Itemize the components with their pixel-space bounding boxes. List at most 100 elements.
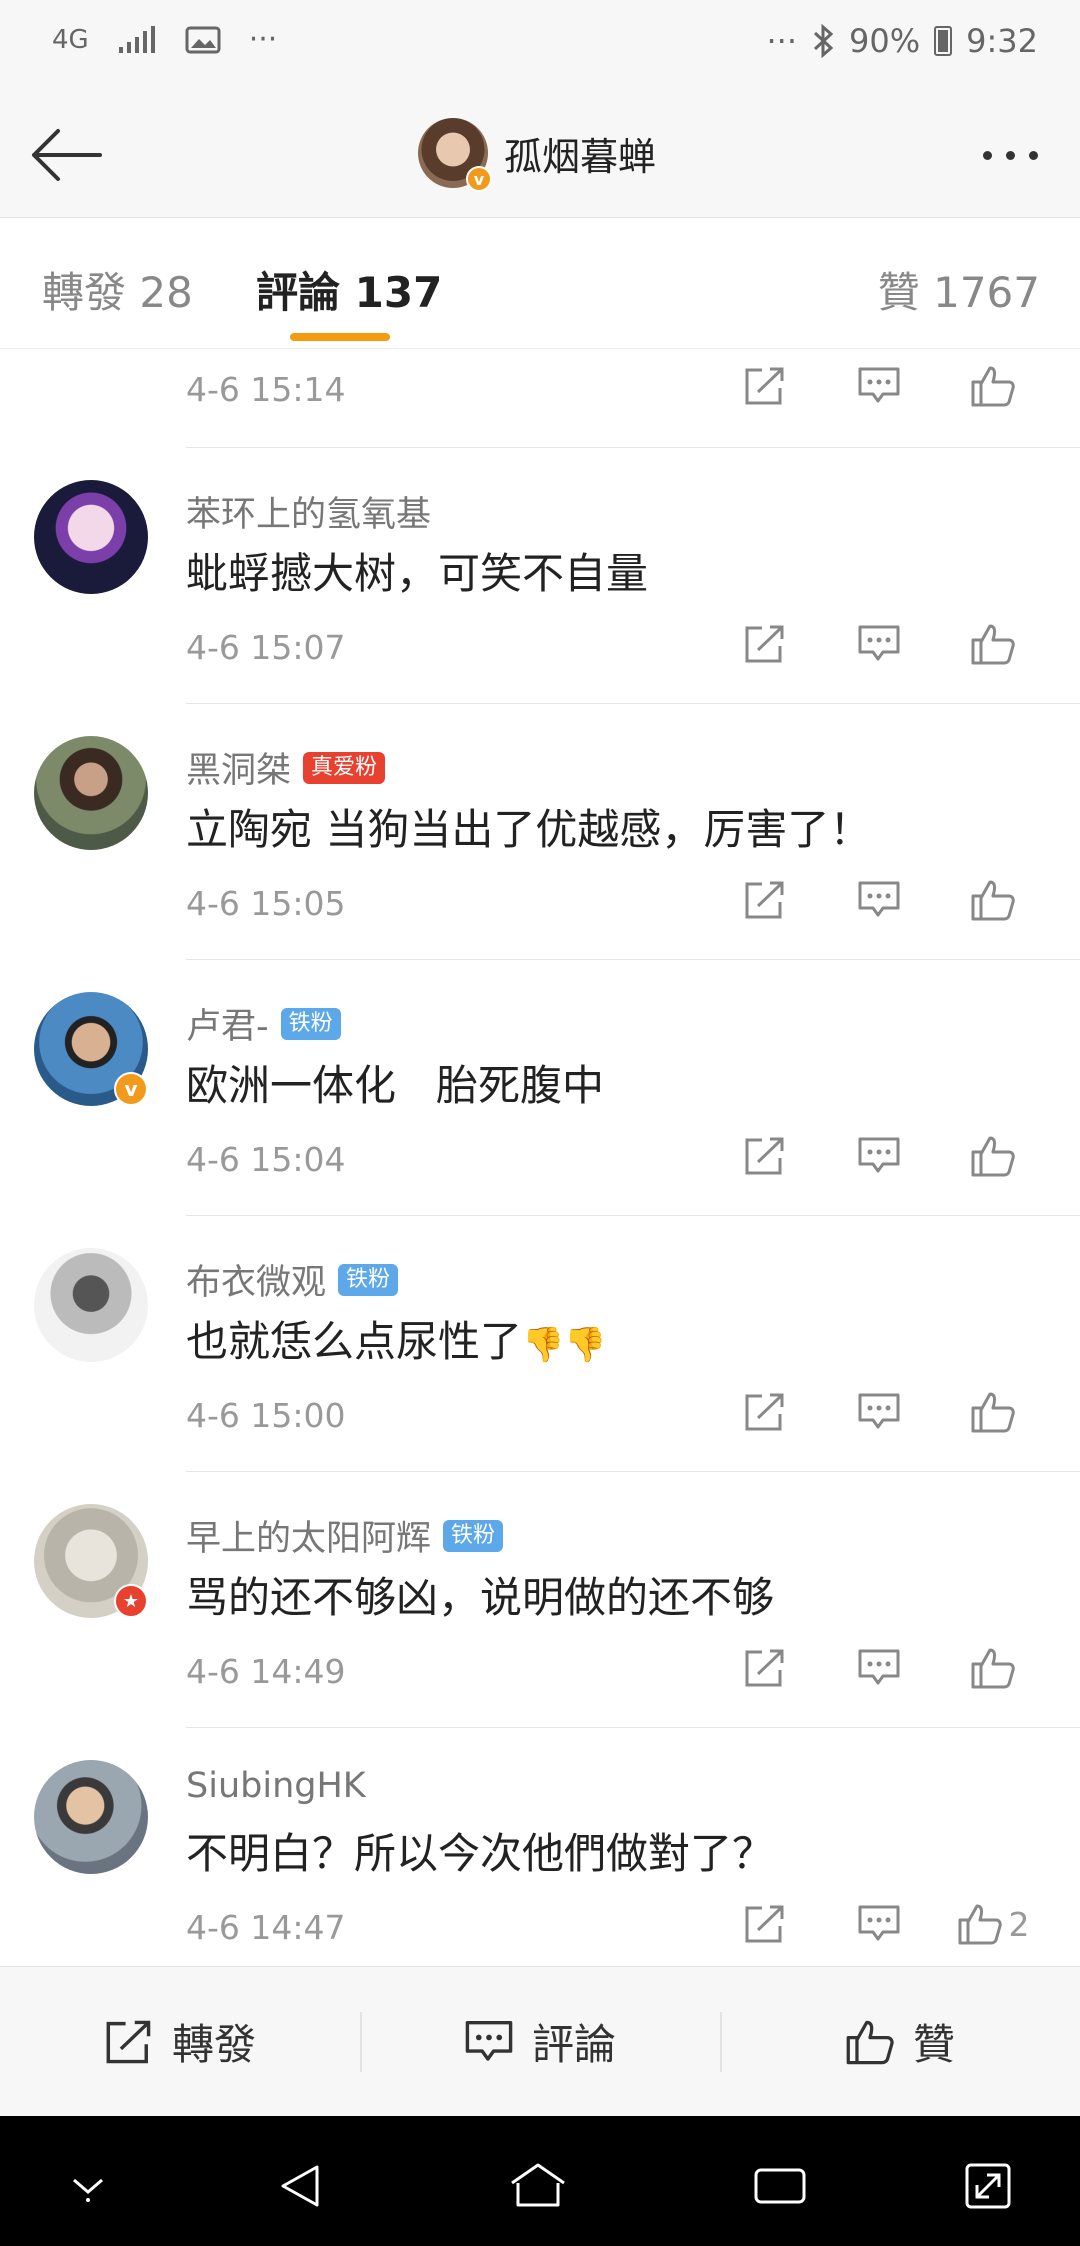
comment-author[interactable]: 苯环上的氢氧基 — [186, 486, 431, 537]
triangle-back-icon — [281, 2165, 319, 2207]
reply-button[interactable] — [822, 358, 936, 414]
share-icon — [745, 1137, 784, 1175]
comment-author[interactable]: 黑洞桀 — [186, 742, 291, 793]
avatar[interactable] — [34, 480, 148, 594]
nav-home-button[interactable] — [508, 2156, 568, 2216]
comment-text: 蚍蜉撼大树，可笑不自量 — [186, 549, 649, 598]
back-button[interactable] — [24, 120, 108, 190]
comment-text: 不明白？所以今次他們做對了？ — [186, 1829, 775, 1878]
comment-author[interactable]: 布衣微观 — [186, 1254, 326, 1305]
like-button[interactable] — [936, 1384, 1050, 1440]
repost-action[interactable]: 轉發 — [0, 1967, 360, 2116]
reply-button[interactable] — [822, 1896, 936, 1952]
comment-author[interactable]: SiubingHK — [186, 1766, 366, 1806]
like-label: 贊 — [912, 2020, 955, 2069]
like-action[interactable]: 贊 — [720, 1967, 1080, 2116]
arrow-left-icon — [32, 129, 102, 181]
comment-author[interactable]: 早上的太阳阿辉 — [186, 1510, 431, 1561]
tab-comments[interactable]: 評論 137 — [256, 259, 442, 320]
expand-icon — [965, 2163, 1011, 2209]
share-icon — [745, 1393, 784, 1431]
like-button[interactable] — [936, 358, 1050, 414]
fan-badge: 真爱粉 — [303, 751, 386, 784]
share-icon — [745, 1649, 784, 1687]
repost-button[interactable] — [708, 1640, 822, 1696]
chevron-down-icon — [73, 2178, 103, 2202]
repost-button[interactable] — [708, 1896, 822, 1952]
thumbs-up-icon — [971, 1648, 1015, 1689]
fan-badge: 铁粉 — [280, 1007, 341, 1040]
avatar[interactable] — [34, 736, 148, 850]
reply-button[interactable] — [822, 616, 936, 672]
repost-button[interactable] — [708, 616, 822, 672]
like-button[interactable] — [936, 1128, 1050, 1184]
avatar[interactable] — [34, 1760, 148, 1874]
comment-icon — [858, 1393, 900, 1429]
share-icon — [745, 367, 784, 405]
clock: 9:32 — [966, 22, 1038, 60]
repost-button[interactable] — [708, 872, 822, 928]
battery-icon — [934, 26, 953, 56]
reply-button[interactable] — [822, 1128, 936, 1184]
network-indicator: 4G — [52, 24, 89, 55]
thumbs-up-icon — [971, 624, 1015, 665]
thumbs-up-icon — [846, 2020, 894, 2064]
repost-label: 轉發 — [171, 2020, 256, 2069]
avatar[interactable]: ★ — [34, 1504, 148, 1618]
dot-icon — [1005, 150, 1015, 160]
signal-icon — [118, 25, 155, 53]
fan-badge: 铁粉 — [338, 1263, 399, 1296]
comment-item: SiubingHK 不明白？所以今次他們做對了？ 4-6 14:47 2 — [34, 1728, 1080, 1984]
tab-likes[interactable]: 贊 1767 — [878, 259, 1040, 320]
reply-button[interactable] — [822, 1640, 936, 1696]
repost-button[interactable] — [708, 1384, 822, 1440]
like-button[interactable] — [936, 872, 1050, 928]
comment-item: 苯环上的氢氧基 蚍蜉撼大树，可笑不自量 4-6 15:07 — [34, 448, 1080, 704]
status-more: ··· — [766, 22, 798, 60]
like-count: 2 — [1008, 1904, 1030, 1944]
active-tab-indicator — [290, 333, 390, 341]
like-button[interactable] — [936, 616, 1050, 672]
thumbs-up-icon — [971, 1136, 1015, 1177]
share-icon — [106, 2020, 151, 2063]
thumbs-up-icon — [971, 1392, 1015, 1433]
tab-bar: 轉發 28 評論 137 贊 1767 — [0, 219, 1080, 349]
avatar[interactable]: v — [34, 992, 148, 1106]
more-button[interactable] — [970, 130, 1050, 180]
reply-button[interactable] — [822, 872, 936, 928]
nav-hide-button[interactable] — [58, 2156, 118, 2216]
thumbs-up-icon — [971, 366, 1015, 407]
comment-icon — [858, 1137, 900, 1173]
comment-list: 4-6 15:14 苯环上的氢氧基 蚍蜉撼大树，可笑不自量 4-6 15:07 — [0, 350, 1080, 1984]
header: v 孤烟暮蝉 — [0, 90, 1080, 218]
status-bar: 4G ··· ··· 90% 9:32 — [0, 0, 1080, 90]
comment-icon — [465, 2020, 513, 2061]
comment-author[interactable]: 卢君- — [186, 998, 269, 1049]
comment-action[interactable]: 評論 — [360, 1967, 720, 2116]
thumbs-up-icon — [971, 880, 1015, 921]
bottom-action-bar: 轉發 評論 贊 — [0, 1966, 1080, 2116]
reply-button[interactable] — [822, 1384, 936, 1440]
comment-item: v 卢君- 铁粉 欧洲一体化 胎死腹中 4-6 15:04 — [34, 960, 1080, 1216]
verified-icon: v — [114, 1072, 148, 1106]
dot-icon — [1028, 150, 1038, 160]
nav-back-button[interactable] — [270, 2156, 330, 2216]
tab-repost[interactable]: 轉發 28 — [42, 259, 193, 320]
comment-time: 4-6 14:47 — [186, 1908, 346, 1947]
nav-expand-button[interactable] — [958, 2156, 1018, 2216]
repost-button[interactable] — [708, 1128, 822, 1184]
image-notification-icon — [185, 26, 221, 53]
comment-icon — [858, 881, 900, 917]
repost-button[interactable] — [708, 358, 822, 414]
comment-icon — [858, 625, 900, 661]
recent-apps-icon — [754, 2168, 806, 2204]
fan-badge: 铁粉 — [443, 1519, 504, 1552]
comment-text: 也就恁么点尿性了 — [186, 1317, 523, 1366]
avatar[interactable] — [34, 1248, 148, 1362]
like-button[interactable]: 2 — [936, 1896, 1050, 1952]
battery-percent: 90% — [849, 22, 921, 60]
nav-recents-button[interactable] — [750, 2156, 810, 2216]
like-button[interactable] — [936, 1640, 1050, 1696]
header-user[interactable]: v 孤烟暮蝉 — [418, 118, 656, 192]
avatar: v — [418, 118, 492, 192]
